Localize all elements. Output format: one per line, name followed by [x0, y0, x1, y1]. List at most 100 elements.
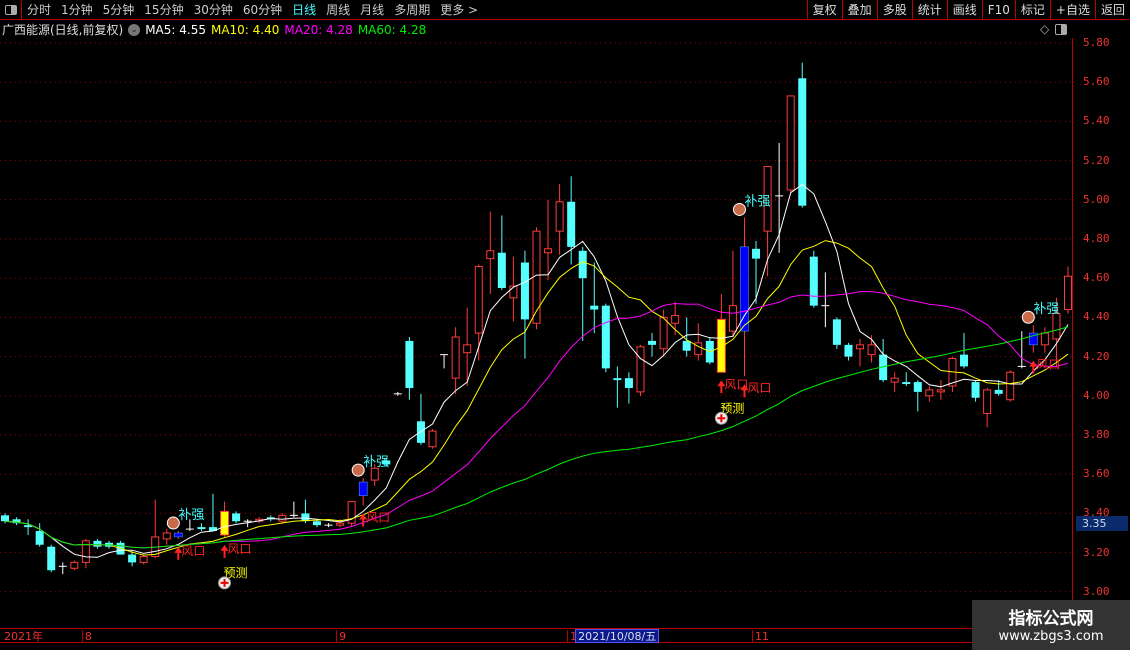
ma-line-ma20	[4, 290, 1069, 549]
candle-body-highlight	[716, 318, 726, 373]
candle-body-up	[1052, 312, 1061, 340]
candle-body-up	[474, 265, 483, 334]
candle-body-up	[890, 377, 899, 383]
ma-line-ma60	[4, 326, 1069, 549]
candle-body-up	[1064, 275, 1072, 311]
watermark-url: www.zbgs3.com	[998, 629, 1104, 644]
candle-body-down	[913, 382, 922, 392]
candle-body-up	[451, 336, 460, 379]
price-label: 5.20	[1083, 153, 1110, 167]
candlestick-chart[interactable]: 补强补强补强补强风口 风口风口风口 风口风口预测预测	[0, 0, 1072, 628]
candle-body-down	[405, 340, 414, 388]
candle-body-down	[232, 513, 241, 522]
candle-body-highlight	[174, 532, 183, 538]
price-label: 4.40	[1083, 310, 1110, 324]
watermark-title: 指标公式网	[1008, 609, 1094, 629]
candle-body-up	[162, 532, 171, 540]
candle-body-down	[590, 305, 599, 310]
year-label: 2021年	[4, 630, 43, 643]
date-label: 9	[336, 630, 346, 643]
candle-body-down	[752, 248, 761, 259]
candle-body-down	[35, 531, 44, 545]
candle-body-down	[47, 546, 56, 571]
buqiang-label: 补强	[744, 194, 770, 209]
candle-body-highlight	[220, 510, 230, 536]
candle-body-up	[544, 248, 553, 254]
fengkou-label: 风口	[228, 542, 252, 556]
date-axis: 2021年 8 9 1 11 2021/10/08/五	[0, 628, 1130, 643]
candle-body-down	[578, 250, 587, 279]
price-label: 3.80	[1083, 428, 1110, 441]
candle-body-up	[486, 250, 495, 260]
fengkou-label: 风口	[1036, 358, 1060, 372]
candle-body-down	[844, 344, 853, 357]
candle-body-down	[994, 389, 1003, 394]
candle-body-up	[786, 95, 795, 191]
date-label: 11	[752, 630, 769, 643]
price-label: 4.80	[1083, 232, 1110, 245]
price-label: 5.60	[1083, 75, 1110, 89]
fengkou-label: 风口	[747, 381, 771, 395]
candle-body-up	[671, 314, 680, 324]
price-label: 3.60	[1083, 467, 1110, 481]
candle-body-down	[648, 340, 657, 345]
price-label: 5.40	[1083, 114, 1110, 128]
candle-body-down	[93, 540, 102, 547]
buqiang-label: 补强	[178, 508, 204, 523]
candle-body-down	[497, 252, 506, 288]
toolbar-button-8[interactable]: 返回	[1094, 0, 1130, 20]
watermark: 指标公式网 www.zbgs3.com	[972, 600, 1130, 650]
candle-body-up	[936, 389, 945, 393]
price-label: 3.20	[1083, 545, 1110, 559]
candle-body-up	[867, 344, 876, 356]
candle-body-down	[128, 554, 137, 563]
candle-body-up	[856, 344, 865, 350]
date-label: 8	[81, 630, 92, 643]
price-label: 5.80	[1083, 36, 1110, 49]
candle-body-up	[983, 389, 992, 414]
candle-body-up	[1006, 371, 1015, 401]
current-price-label: 3.35	[1076, 516, 1128, 532]
candle-body-highlight	[358, 481, 368, 497]
candle-body-down	[971, 382, 980, 398]
candle-body-up	[555, 201, 564, 232]
candle-body-up	[728, 305, 737, 332]
candle-body-up	[925, 389, 934, 397]
bottom-strip	[0, 643, 1130, 650]
candle-body-down	[1, 515, 9, 522]
candle-body-up	[1040, 332, 1049, 346]
candle-body-up	[463, 344, 472, 354]
candle-body-up	[70, 561, 79, 569]
price-label: 4.20	[1083, 349, 1110, 363]
fengkou-label: 风口	[181, 544, 205, 558]
candle-body-down	[197, 527, 206, 530]
candle-body-down	[567, 201, 576, 247]
candle-body-up	[659, 316, 668, 350]
candle-body-down	[520, 262, 529, 320]
candle-body-down	[613, 378, 622, 381]
candle-body-down	[312, 521, 321, 526]
candle-body-down	[960, 354, 969, 367]
selected-date-label: 2021/10/08/五	[575, 629, 660, 643]
candle-body-down	[832, 319, 841, 345]
price-label: 4.60	[1083, 271, 1110, 285]
price-axis: 5.80 5.60 5.40 5.20 5.00 4.80 4.60 4.40 4.20 4.00…	[1072, 36, 1130, 628]
candle-body-highlight	[740, 246, 749, 332]
candle-body-down	[601, 305, 610, 369]
candle-body-up	[139, 556, 148, 563]
buqiang-label: 补强	[363, 455, 389, 470]
candle-body-down	[902, 382, 911, 385]
candle-body-down	[624, 378, 633, 388]
candle-body-up	[278, 514, 287, 522]
candle-body-up	[336, 522, 345, 526]
fengkou-label: 风口	[366, 511, 390, 525]
candle-body-up	[636, 346, 645, 393]
candle-body-up	[428, 430, 437, 448]
price-label: 5.00	[1083, 192, 1110, 206]
candle-body-down	[682, 340, 691, 351]
candle-body-up	[532, 230, 541, 324]
candle-body-down	[809, 256, 818, 306]
price-label: 3.00	[1083, 584, 1110, 598]
buqiang-label: 补强	[1033, 302, 1059, 317]
price-label: 4.00	[1083, 388, 1110, 402]
